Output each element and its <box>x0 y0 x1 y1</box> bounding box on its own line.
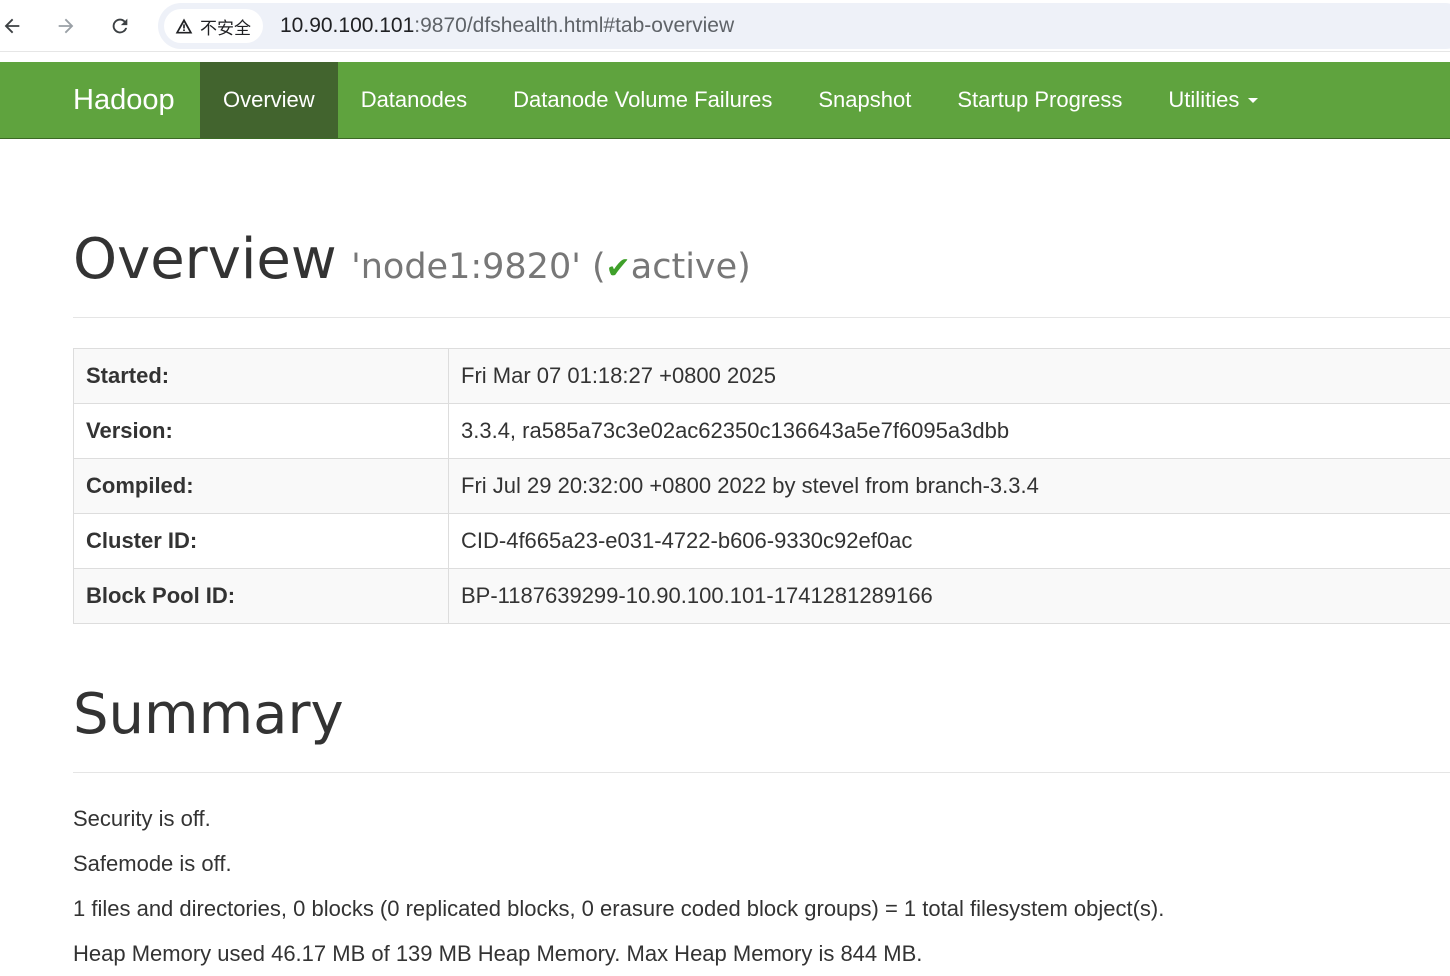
row-value: Fri Mar 07 01:18:27 +0800 2025 <box>449 349 1450 404</box>
row-value: Fri Jul 29 20:32:00 +0800 2022 by stevel… <box>449 459 1450 514</box>
row-key: Version: <box>74 404 449 459</box>
summary-header: Summary <box>73 680 1450 773</box>
back-arrow-icon[interactable] <box>0 10 28 42</box>
table-row: Block Pool ID: BP-1187639299-10.90.100.1… <box>74 569 1450 624</box>
security-label: 不安全 <box>200 14 251 39</box>
row-value: 3.3.4, ra585a73c3e02ac62350c136643a5e7f6… <box>449 404 1450 459</box>
url-path: :9870/dfshealth.html#tab-overview <box>414 14 734 37</box>
overview-info-table: Started: Fri Mar 07 01:18:27 +0800 2025 … <box>73 348 1450 624</box>
checkmark-icon: ✔ <box>606 251 631 286</box>
security-status: Security is off. <box>73 796 1450 841</box>
summary-title: Summary <box>73 680 1450 750</box>
nav-tab-datanode-volume-failures[interactable]: Datanode Volume Failures <box>490 62 795 138</box>
nav-tab-overview[interactable]: Overview <box>200 62 338 138</box>
nav-tab-startup-progress[interactable]: Startup Progress <box>934 62 1145 138</box>
nav-items: Overview Datanodes Datanode Volume Failu… <box>200 62 1281 138</box>
row-key: Cluster ID: <box>74 514 449 569</box>
node-address: 'node1:9820' <box>351 247 581 287</box>
row-key: Compiled: <box>74 459 449 514</box>
filesystem-objects: 1 files and directories, 0 blocks (0 rep… <box>73 886 1450 931</box>
security-indicator[interactable]: 不安全 <box>164 9 263 43</box>
caret-down-icon <box>1248 98 1258 103</box>
forward-arrow-icon[interactable] <box>50 10 82 42</box>
row-key: Block Pool ID: <box>74 569 449 624</box>
row-key: Started: <box>74 349 449 404</box>
nav-dropdown-utilities[interactable]: Utilities <box>1145 62 1281 138</box>
url-host: 10.90.100.101 <box>280 14 414 37</box>
node-subtitle: 'node1:9820' (✔active) <box>351 247 751 287</box>
brand-logo[interactable]: Hadoop <box>73 84 175 117</box>
utilities-label: Utilities <box>1168 87 1239 113</box>
safemode-status: Safemode is off. <box>73 841 1450 886</box>
summary-lines: Security is off. Safemode is off. 1 file… <box>73 796 1450 976</box>
main-content: Overview 'node1:9820' (✔active) Started:… <box>73 139 1450 976</box>
nav-tab-snapshot[interactable]: Snapshot <box>795 62 934 138</box>
overview-header: Overview 'node1:9820' (✔active) <box>73 225 1450 318</box>
main-navbar: Hadoop Overview Datanodes Datanode Volum… <box>0 62 1450 139</box>
table-row: Cluster ID: CID-4f665a23-e031-4722-b606-… <box>74 514 1450 569</box>
address-bar[interactable]: 不安全 10.90.100.101:9870/dfshealth.html#ta… <box>158 3 1450 49</box>
reload-icon[interactable] <box>104 10 136 42</box>
table-row: Compiled: Fri Jul 29 20:32:00 +0800 2022… <box>74 459 1450 514</box>
status-label: active) <box>631 247 751 287</box>
heap-memory: Heap Memory used 46.17 MB of 139 MB Heap… <box>73 931 1450 976</box>
page-title: Overview <box>73 227 337 292</box>
url-text[interactable]: 10.90.100.101:9870/dfshealth.html#tab-ov… <box>280 14 734 38</box>
warning-icon <box>174 16 194 36</box>
status-open-paren: ( <box>592 247 606 287</box>
row-value: CID-4f665a23-e031-4722-b606-9330c92ef0ac <box>449 514 1450 569</box>
browser-toolbar: 不安全 10.90.100.101:9870/dfshealth.html#ta… <box>0 0 1450 52</box>
table-row: Started: Fri Mar 07 01:18:27 +0800 2025 <box>74 349 1450 404</box>
row-value: BP-1187639299-10.90.100.101-174128128916… <box>449 569 1450 624</box>
nav-tab-datanodes[interactable]: Datanodes <box>338 62 490 138</box>
table-row: Version: 3.3.4, ra585a73c3e02ac62350c136… <box>74 404 1450 459</box>
